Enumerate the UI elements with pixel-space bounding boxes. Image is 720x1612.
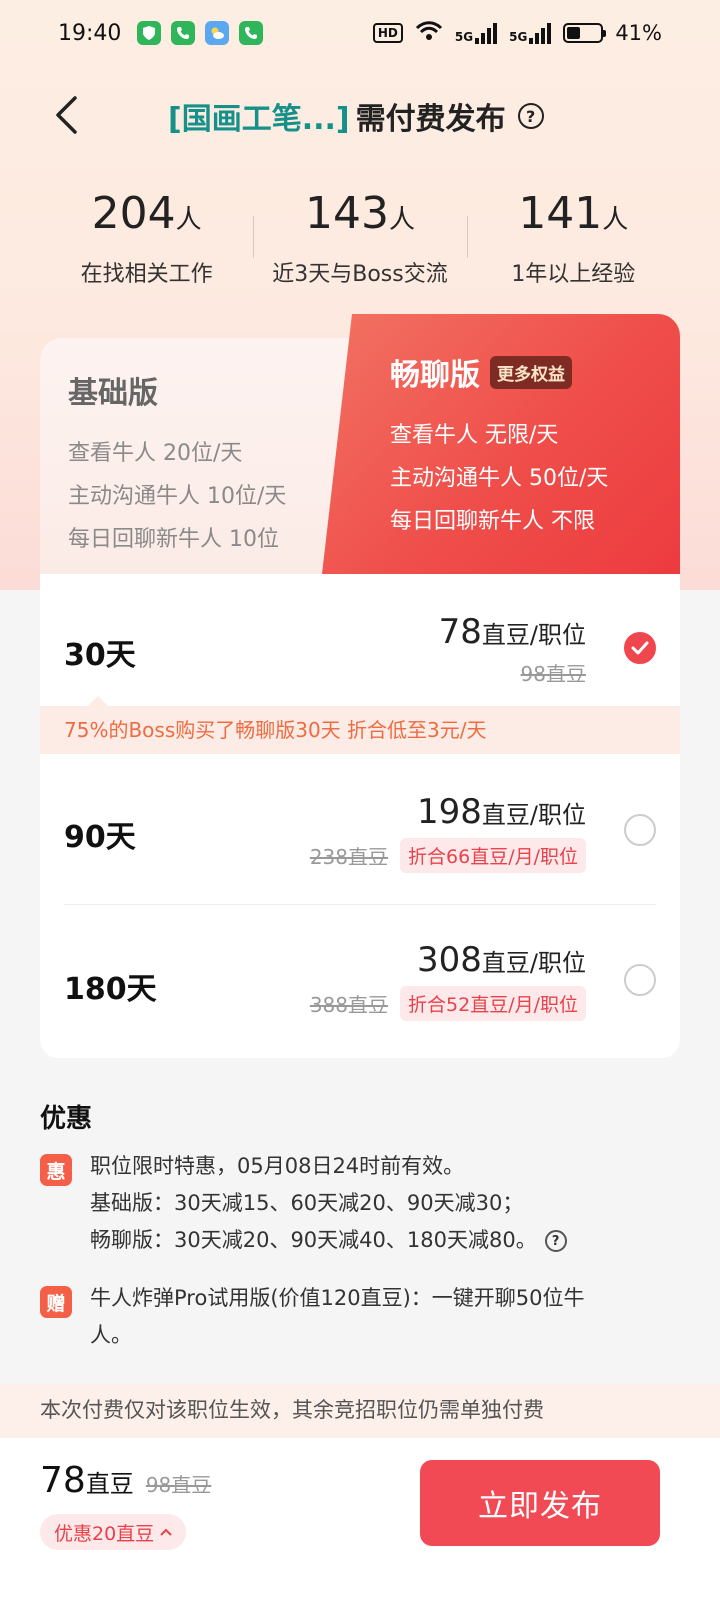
promo-line: 畅聊版：30天减20、90天减40、180天减80。 bbox=[90, 1228, 537, 1252]
promo-item-gift: 赠 牛人炸弹Pro试用版(价值120直豆)：一键开聊50位牛 人。 bbox=[40, 1280, 680, 1354]
plan-feature: 主动沟通牛人 50位/天 bbox=[390, 466, 609, 491]
plan-feature: 主动沟通牛人 10位/天 bbox=[68, 484, 287, 509]
price-value: 308 bbox=[417, 940, 482, 980]
bottom-bar: 78直豆 98直豆 优惠20直豆 立即发布 bbox=[0, 1438, 720, 1612]
check-icon bbox=[631, 641, 649, 655]
call-app-icon bbox=[239, 21, 264, 45]
stat-label: 1年以上经验 bbox=[511, 262, 636, 287]
stat-number: 143 bbox=[304, 188, 389, 239]
candidate-stats: 204人 在找相关工作 143人 近3天与Boss交流 141人 1年以上经验 bbox=[40, 186, 680, 296]
shield-app-icon bbox=[137, 21, 162, 45]
stat-experience: 141人 1年以上经验 bbox=[466, 186, 680, 296]
promo-line: 基础版：30天减15、60天减20、90天减30； bbox=[90, 1191, 524, 1215]
popular-hint: 75%的Boss购买了畅聊版30天 折合低至3元/天 bbox=[40, 696, 680, 754]
plan-feature: 每日回聊新牛人 10位 bbox=[68, 527, 279, 552]
total-unit: 直豆 bbox=[85, 1470, 134, 1498]
option-days: 90天 bbox=[64, 820, 136, 855]
radio-unselected[interactable] bbox=[624, 814, 656, 846]
radio-selected[interactable] bbox=[624, 632, 656, 664]
plan-feature: 每日回聊新牛人 不限 bbox=[390, 509, 595, 534]
stat-label: 在找相关工作 bbox=[80, 262, 213, 287]
stat-number: 204 bbox=[91, 188, 176, 239]
discount-tag: 折合66直豆/月/职位 bbox=[400, 838, 586, 873]
option-days: 30天 bbox=[64, 638, 136, 673]
phone-app-icon bbox=[171, 21, 196, 45]
plan-pro-card[interactable]: 畅聊版 更多权益 查看牛人 无限/天 主动沟通牛人 50位/天 每日回聊新牛人 … bbox=[322, 314, 680, 574]
more-benefits-badge[interactable]: 更多权益 bbox=[490, 355, 572, 389]
stat-searching: 204人 在找相关工作 bbox=[40, 186, 253, 296]
stat-recent-chat: 143人 近3天与Boss交流 bbox=[253, 186, 466, 296]
total-price: 78直豆 98直豆 bbox=[40, 1460, 211, 1501]
plan-feature: 查看牛人 20位/天 bbox=[68, 441, 243, 466]
stat-label: 近3天与Boss交流 bbox=[272, 262, 448, 287]
radio-unselected[interactable] bbox=[624, 964, 656, 996]
total-original-price: 98直豆 bbox=[145, 1473, 212, 1497]
promo-title: 优惠 bbox=[40, 1104, 93, 1134]
stat-unit: 人 bbox=[175, 205, 202, 235]
publish-button[interactable]: 立即发布 bbox=[420, 1460, 660, 1546]
promo-line: 职位限时特惠，05月08日24时前有效。 bbox=[90, 1154, 465, 1178]
weather-app-icon bbox=[205, 21, 230, 45]
gift-icon: 赠 bbox=[40, 1286, 72, 1318]
discount-detail-toggle[interactable]: 优惠20直豆 bbox=[40, 1514, 187, 1550]
divider bbox=[64, 904, 656, 905]
price-unit: 直豆/职位 bbox=[481, 801, 586, 829]
page-title: [国画工笔...] 需付费发布 ? bbox=[168, 94, 544, 138]
option-price: 308直豆/职位 388直豆 折合52直豆/月/职位 bbox=[310, 940, 586, 1021]
original-price: 238直豆 bbox=[309, 845, 389, 869]
stat-number: 141 bbox=[518, 188, 603, 239]
discount-tag: 折合52直豆/月/职位 bbox=[400, 986, 586, 1021]
back-button[interactable] bbox=[46, 92, 86, 138]
price-unit: 直豆/职位 bbox=[481, 621, 586, 649]
hd-icon: HD bbox=[372, 23, 403, 43]
help-icon[interactable]: ? bbox=[544, 1230, 567, 1252]
battery-icon bbox=[563, 23, 607, 43]
duration-options: 30天 78直豆/职位 98直豆 75%的Boss购买了畅聊版30天 折合低至3… bbox=[40, 574, 680, 1058]
page-header: [国画工笔...] 需付费发布 ? bbox=[0, 80, 720, 150]
discount-amount: 优惠20直豆 bbox=[54, 1522, 155, 1545]
plan-basic-card[interactable]: 基础版 查看牛人 20位/天 主动沟通牛人 10位/天 每日回聊新牛人 10位 bbox=[40, 338, 360, 574]
discount-icon: 惠 bbox=[40, 1154, 72, 1186]
price-value: 78 bbox=[438, 612, 482, 652]
original-price: 388直豆 bbox=[309, 993, 389, 1017]
chevron-up-icon bbox=[160, 1528, 172, 1536]
option-30-days[interactable]: 30天 78直豆/职位 98直豆 bbox=[40, 574, 680, 706]
plan-name: 基础版 bbox=[68, 376, 158, 411]
signal-icon-1: 5G bbox=[455, 22, 498, 44]
help-icon[interactable]: ? bbox=[517, 103, 544, 129]
option-180-days[interactable]: 180天 308直豆/职位 388直豆 折合52直豆/月/职位 bbox=[40, 906, 680, 1056]
option-price: 78直豆/职位 98直豆 bbox=[439, 612, 586, 687]
job-tag: [国画工笔...] bbox=[168, 102, 350, 137]
option-price: 198直豆/职位 238直豆 折合66直豆/月/职位 bbox=[310, 792, 586, 873]
signal-icon-2: 5G bbox=[509, 22, 552, 44]
stat-unit: 人 bbox=[602, 205, 629, 235]
payment-notice: 本次付费仅对该职位生效，其余竞招职位仍需单独付费 bbox=[0, 1384, 720, 1438]
title-text: 需付费发布 bbox=[355, 102, 506, 137]
promo-item-discount: 惠 职位限时特惠，05月08日24时前有效。 基础版：30天减15、60天减20… bbox=[40, 1148, 680, 1259]
status-bar: 19:40 HD 5G 5G 41% bbox=[0, 0, 720, 66]
price-value: 198 bbox=[417, 792, 482, 832]
status-time: 19:40 bbox=[58, 20, 122, 46]
original-price: 98直豆 bbox=[520, 662, 586, 686]
battery-percent: 41% bbox=[615, 21, 662, 45]
status-indicators: HD 5G 5G 41% bbox=[372, 20, 662, 47]
total-value: 78 bbox=[40, 1460, 86, 1501]
stat-unit: 人 bbox=[388, 205, 415, 235]
back-arrow-icon bbox=[56, 96, 77, 134]
promo-line: 牛人炸弹Pro试用版(价值120直豆)：一键开聊50位牛 bbox=[90, 1286, 585, 1310]
plan-name-text: 畅聊版 bbox=[390, 358, 480, 393]
plan-feature: 查看牛人 无限/天 bbox=[390, 423, 559, 448]
option-days: 180天 bbox=[64, 972, 157, 1007]
wifi-icon bbox=[415, 20, 443, 47]
plan-name: 畅聊版 更多权益 bbox=[390, 350, 640, 394]
promo-line: 人。 bbox=[90, 1323, 132, 1347]
price-unit: 直豆/职位 bbox=[481, 949, 586, 977]
option-90-days[interactable]: 90天 198直豆/职位 238直豆 折合66直豆/月/职位 bbox=[40, 754, 680, 904]
